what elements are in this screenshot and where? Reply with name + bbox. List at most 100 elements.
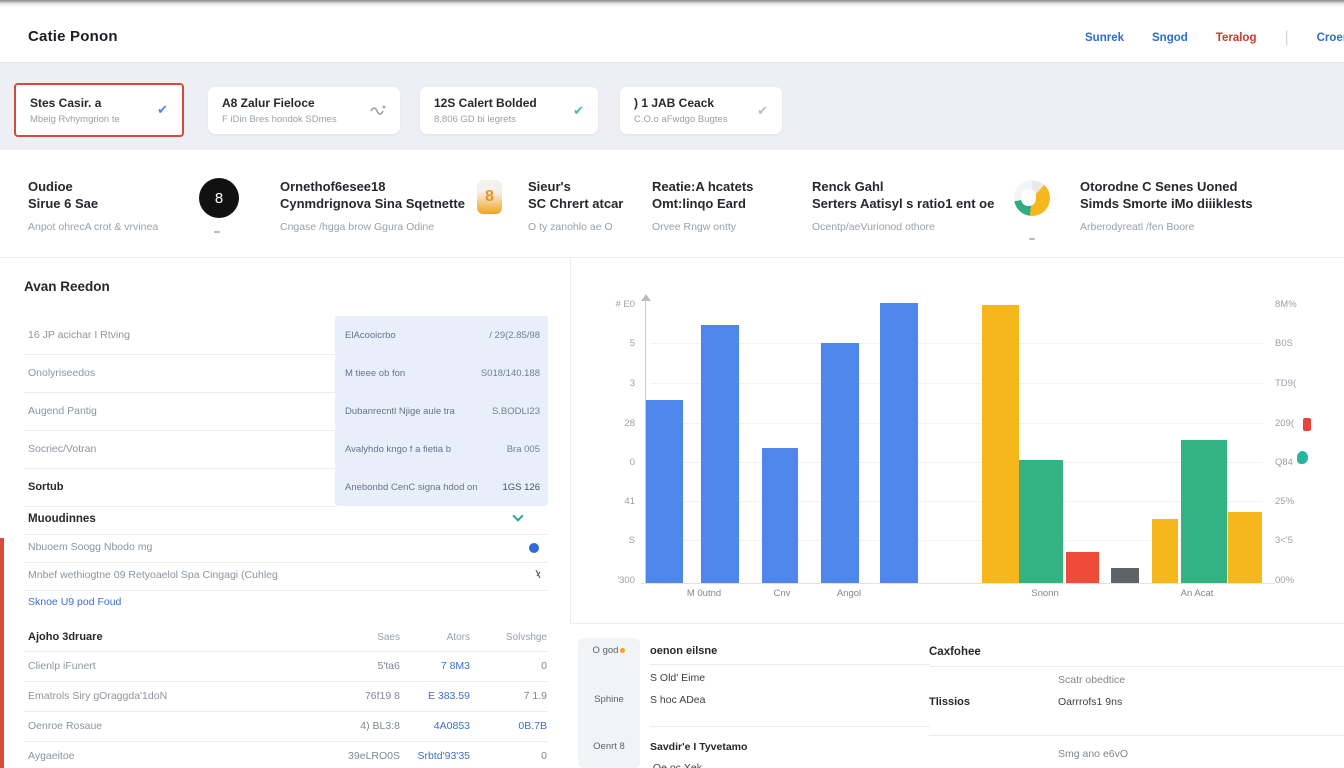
table-cell-link[interactable]: E 383.59: [390, 690, 470, 702]
feature-title: Renck Gahl: [812, 178, 994, 195]
feature-item[interactable]: Renck GahlSerters Aatisyl s ratio1 ent o…: [812, 178, 994, 233]
rail-item[interactable]: Oenrt 8: [578, 741, 640, 752]
feature-subtitle: Arberodyreatl /fen Boore: [1080, 221, 1253, 233]
rail-item[interactable]: Sphine: [578, 694, 640, 705]
y-axis-tick-left: 41: [575, 496, 635, 507]
table-row-divider: [24, 681, 548, 682]
x-axis-label: An Acat: [1181, 588, 1214, 599]
report-kv-value: Bra 005: [507, 444, 540, 455]
report-row-divider: [24, 354, 335, 355]
report-list-divider: [24, 590, 548, 591]
report-row-divider: [24, 392, 335, 393]
bottom-right-title: Caxfohee: [929, 646, 981, 658]
y-axis-tick-right: 3<'5: [1275, 535, 1293, 546]
table-row-divider: [24, 711, 548, 712]
chevron-down-icon[interactable]: [512, 510, 523, 521]
gridline: [651, 501, 1263, 502]
table-cell: 5'ta6: [320, 660, 400, 672]
x-axis-label: Angol: [837, 588, 861, 599]
bar-chart: # E05328041S'3008M%B0STD9(209(Q8425%3<'5…: [570, 258, 1344, 624]
report-row-label: Onolyriseedos: [28, 367, 95, 379]
stat-card-subtitle: F iDin Bres hondok SDmes: [222, 114, 337, 125]
report-kv-row: ElAcooicrbo / 29(2.85/98: [345, 316, 540, 354]
report-kv-key: ElAcooicrbo: [345, 330, 396, 341]
feature-item[interactable]: Ornethof6esee18Cynmdrignova Sina Sqetnet…: [280, 178, 465, 233]
feature-item[interactable]: Reatie:A hcatetsOmt:linqo EardOrvee Rngw…: [652, 178, 753, 233]
y-axis-tick-right: TD9(: [1275, 378, 1296, 389]
feature-title: Sieur's: [528, 178, 623, 195]
stat-card[interactable]: Stes Casir. aMbeig Rvhymgrion te✔: [14, 83, 184, 137]
bottom-middle-divider: [650, 726, 930, 727]
bottom-middle-line: Savdir'e I Tyvetamo: [650, 741, 747, 753]
report-kv-value: / 29(2.85/98: [489, 330, 540, 341]
table-row-name: Ematrols Siry gOraggda'1doN: [28, 690, 167, 702]
header-nav-link[interactable]: Sunrek: [1085, 32, 1124, 44]
check-icon: ✔: [573, 103, 584, 119]
report-list-item[interactable]: Muoudinnes: [28, 513, 96, 525]
report-row-label: Socriec/Votran: [28, 443, 96, 455]
stat-card[interactable]: ) 1 JAB CeackC.O.o aFwdgo Bugtes✔: [620, 87, 782, 134]
report-list-item[interactable]: Sknoe U9 pod Foud: [28, 596, 121, 608]
stat-card-text: Stes Casir. aMbeig Rvhymgrion te: [30, 96, 120, 125]
report-kv-value: 1GS 126: [503, 482, 541, 493]
report-row-divider: [24, 430, 335, 431]
bottom-right-row-label: Tlissios: [929, 696, 970, 708]
report-list-item[interactable]: Mnbef wethiogtne 09 Retyoaelol Spa Cinga…: [28, 569, 278, 581]
chart-bar: [1019, 460, 1063, 583]
report-row-label: Augend Pantig: [28, 405, 97, 417]
chart-bar: [880, 303, 918, 583]
table-cell-link[interactable]: 4A0853: [390, 720, 470, 732]
stat-card-subtitle: Mbeig Rvhymgrion te: [30, 114, 120, 125]
feature-subtitle: Cngase /hgga brow Ggura Odine: [280, 221, 465, 233]
y-axis-tick-right: 00%: [1275, 575, 1294, 586]
chart-bar: [762, 448, 798, 583]
report-kv-row: M tieee ob fonS018/140.188: [345, 354, 540, 392]
report-row-divider: [24, 506, 335, 507]
chart-bar: [1066, 552, 1099, 583]
header-nav-link[interactable]: Croenye Cuon: [1317, 32, 1344, 44]
report-kv-value: S018/140.188: [481, 368, 540, 379]
table-divider: [24, 651, 548, 652]
x-axis-label: Cnv: [774, 588, 791, 599]
table-row-name: Oenroe Rosaue: [28, 720, 102, 732]
small-cross-icon[interactable]: [534, 569, 542, 581]
gridline: [651, 462, 1263, 463]
bottom-middle-heading: oenon eilsne: [650, 645, 717, 657]
report-list-item[interactable]: Nbuoem Soogg Nbodo mg: [28, 541, 152, 553]
black-circle-badge-icon: 8: [199, 178, 239, 218]
stat-card[interactable]: 12S Calert Bolded8.806 GD bi legrets✔: [420, 87, 598, 134]
chart-bar: [982, 305, 1019, 583]
table-cell: 0: [487, 750, 547, 762]
orange-badge-icon: 8: [477, 180, 502, 214]
y-axis-tick-right: Q84: [1275, 457, 1293, 468]
legend-marker-square: [1303, 418, 1311, 431]
blue-dot-icon[interactable]: [529, 543, 539, 553]
y-axis-tick-left: # E0: [575, 299, 635, 310]
bottom-right-divider: [929, 735, 1344, 736]
y-axis-tick-left: 5: [575, 338, 635, 349]
report-list-divider: [24, 534, 548, 535]
y-axis-tick-left: '300: [575, 575, 635, 586]
table-cell-link[interactable]: Srbtd'93'35: [390, 750, 470, 762]
table-cell: 4) BL3:8: [320, 720, 400, 732]
legend-marker-drop: [1297, 451, 1308, 464]
caret-mark-icon: [214, 231, 220, 233]
table-row-divider: [24, 741, 548, 742]
feature-item[interactable]: Otorodne C Senes UonedSimds Smorte iMo d…: [1080, 178, 1253, 233]
rail-item[interactable]: O god: [578, 645, 640, 656]
chart-bar: [1111, 568, 1139, 583]
feature-title: SC Chrert atcar: [528, 195, 623, 212]
table-cell-link[interactable]: 7 8M3: [390, 660, 470, 672]
y-axis-tick-right: 209(: [1275, 418, 1294, 429]
feature-item[interactable]: Sieur'sSC Chrert atcarO ty zanohlo ae O: [528, 178, 623, 233]
stat-card-title: A8 Zalur Fieloce: [222, 96, 337, 111]
page-title: Catie Ponon: [28, 28, 118, 45]
table-cell: 0B.7B: [487, 720, 547, 732]
stat-card[interactable]: A8 Zalur Fieloce F iDin Bres hondok SDmes: [208, 87, 400, 134]
header-nav-link[interactable]: Sngod: [1152, 32, 1188, 44]
table-column-header: Ators: [400, 632, 470, 643]
y-axis-tick-right: 8M%: [1275, 299, 1297, 310]
feature-item[interactable]: OudioeSirue 6 SaeAnpot ohrecA crot & vrv…: [28, 178, 158, 233]
header-nav-link[interactable]: Teralog: [1216, 32, 1257, 44]
table-row-name: Aygaeitoe: [28, 750, 75, 762]
